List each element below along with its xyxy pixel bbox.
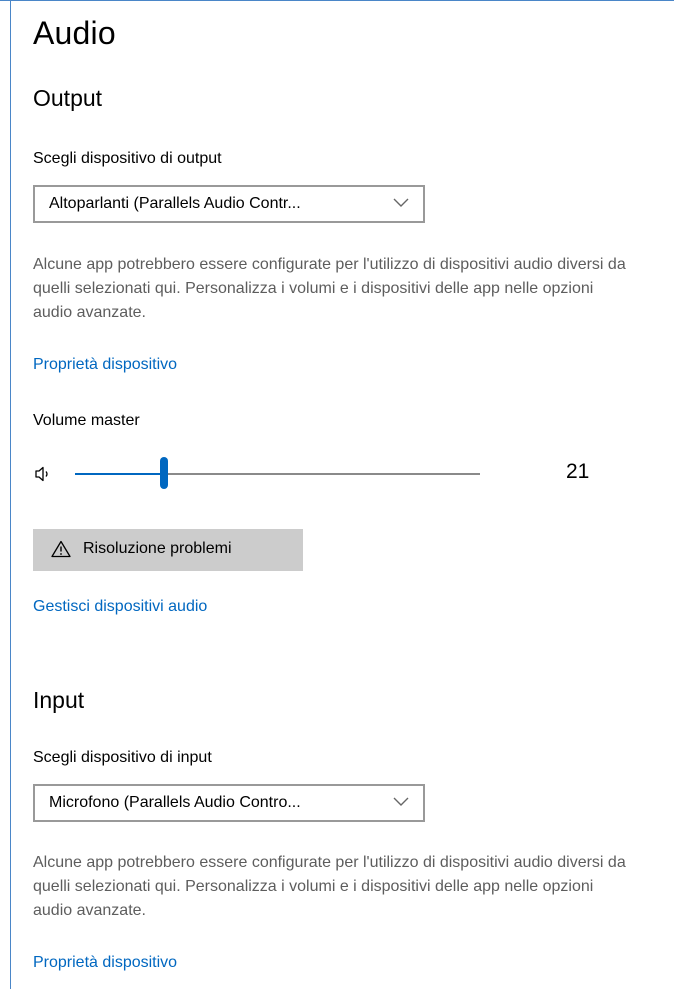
output-heading: Output	[33, 85, 103, 111]
volume-slider-thumb[interactable]	[160, 457, 169, 489]
volume-master-label: Volume master	[33, 412, 140, 429]
volume-slider-track[interactable]	[168, 473, 480, 475]
settings-window: Audio Output Scegli dispositivo di outpu…	[0, 0, 674, 989]
output-device-label: Scegli dispositivo di output	[33, 150, 222, 167]
troubleshoot-button-label: Risoluzione problemi	[83, 540, 232, 557]
page-title: Audio	[33, 15, 116, 51]
chevron-down-icon	[393, 797, 409, 806]
input-device-value: Microfono (Parallels Audio Contro...	[49, 794, 301, 811]
input-device-label: Scegli dispositivo di input	[33, 749, 212, 766]
input-device-dropdown[interactable]: Microfono (Parallels Audio Contro...	[33, 784, 425, 822]
manage-audio-devices-link[interactable]: Gestisci dispositivi audio	[33, 598, 207, 616]
output-device-properties-link[interactable]: Proprietà dispositivo	[33, 356, 177, 374]
output-device-dropdown[interactable]: Altoparlanti (Parallels Audio Contr...	[33, 185, 425, 223]
input-description: Alcune app potrebbero essere configurate…	[33, 854, 626, 919]
output-device-value: Altoparlanti (Parallels Audio Contr...	[49, 195, 301, 212]
input-heading: Input	[33, 687, 85, 713]
speaker-icon	[35, 466, 48, 482]
window-edge	[10, 1, 11, 989]
output-description: Alcune app potrebbero essere configurate…	[33, 256, 626, 321]
troubleshoot-button[interactable]: Risoluzione problemi	[33, 529, 303, 571]
volume-slider-row: 21	[33, 457, 633, 491]
volume-slider-fill	[75, 473, 161, 475]
chevron-down-icon	[393, 198, 409, 207]
input-device-properties-link[interactable]: Proprietà dispositivo	[33, 954, 177, 972]
volume-value: 21	[566, 460, 590, 483]
warning-icon	[51, 540, 71, 558]
